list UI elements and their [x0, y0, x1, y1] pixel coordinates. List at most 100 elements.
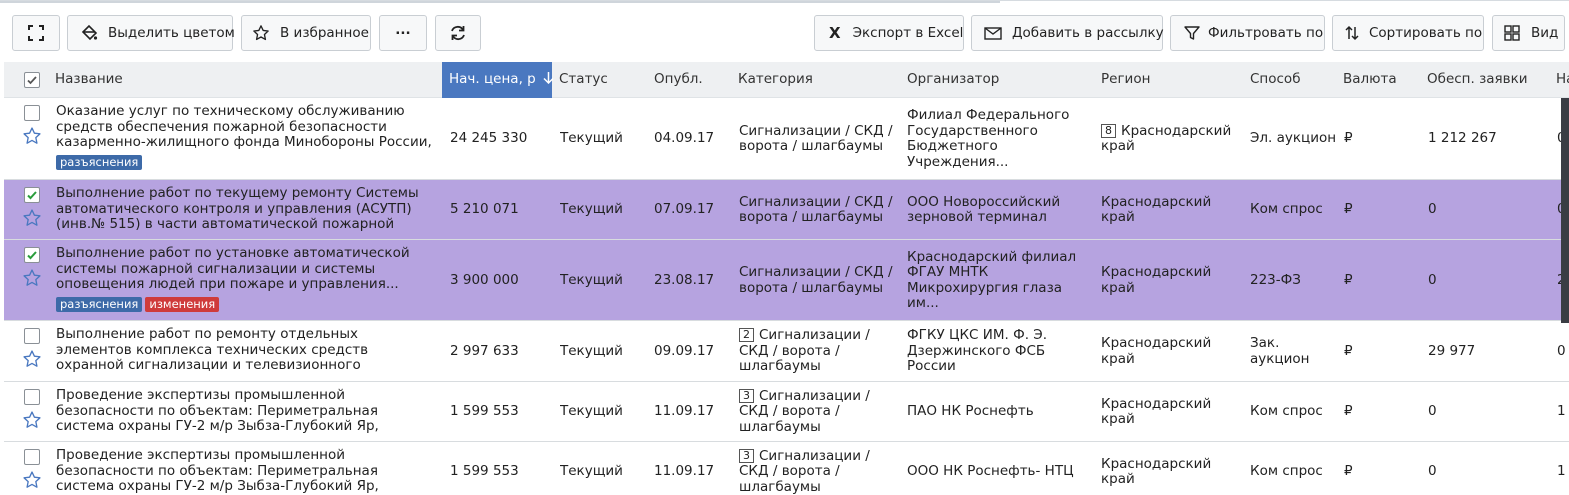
add-to-mailing-button[interactable]: Добавить в рассылку — [971, 15, 1164, 51]
price-cell: 3 900 000 — [450, 240, 554, 321]
select-all-checkbox[interactable] — [24, 72, 40, 88]
next-cell: 0 — [1557, 321, 1567, 382]
row-checkbox[interactable] — [24, 328, 40, 344]
region-text-block: Краснодарский край — [1101, 396, 1239, 428]
region-text-block: Краснодарский край — [1101, 456, 1239, 488]
security-cell-text: 0 — [1428, 271, 1437, 288]
favorite-star-icon[interactable] — [22, 349, 42, 369]
published-date-cell: 09.09.17 — [654, 321, 734, 382]
status-cell-text: Текущий — [560, 271, 623, 288]
price-cell-text: 24 245 330 — [450, 130, 528, 147]
security-cell-text: 0 — [1428, 403, 1437, 420]
vertical-scrollbar[interactable] — [1561, 98, 1569, 323]
next-cell: 1 — [1557, 382, 1567, 442]
currency-cell: ₽ — [1344, 442, 1414, 495]
published-date-cell-text: 11.09.17 — [654, 463, 715, 480]
view-button[interactable]: Вид — [1492, 15, 1565, 51]
region-text-block: Краснодарский край — [1101, 335, 1239, 367]
table-row[interactable]: Выполнение работ по ремонту отдельных эл… — [4, 321, 1569, 382]
column-header-organizer[interactable]: Организатор — [907, 62, 999, 98]
organizer-cell[interactable]: ООО НК Роснефть- НТЦ — [907, 442, 1093, 495]
price-cell-text: 3 900 000 — [450, 271, 519, 288]
row-checkbox[interactable] — [24, 105, 40, 121]
published-date-cell: 07.09.17 — [654, 180, 734, 240]
security-cell: 0 — [1428, 180, 1548, 240]
add-to-favorites-button[interactable]: В избранное — [241, 15, 371, 51]
region-text: Краснодарский край — [1101, 193, 1212, 225]
currency-cell: ₽ — [1344, 382, 1414, 442]
published-date-cell-text: 11.09.17 — [654, 403, 715, 420]
method-cell-text: Ком спрос — [1250, 463, 1323, 480]
price-cell-text: 1 599 553 — [450, 403, 519, 420]
column-header-name[interactable]: Название — [55, 62, 123, 98]
column-header-security[interactable]: Обесп. заявки — [1427, 62, 1528, 98]
category-text: Сигнализации / СКД / ворота / шлагбаумы — [739, 327, 870, 375]
column-header-published[interactable]: Опубл. — [654, 62, 703, 98]
organizer-cell[interactable]: ПАО НК Роснефть — [907, 382, 1093, 442]
favorite-star-icon[interactable] — [22, 470, 42, 490]
published-date-cell-text: 07.09.17 — [654, 201, 715, 218]
category-count-badge[interactable]: 2 — [739, 328, 754, 343]
next-cell-text: 1 — [1557, 463, 1566, 480]
published-date-cell-text: 09.09.17 — [654, 342, 715, 359]
category-cell: 2 Сигнализации / СКД / ворота / шлагбаумы — [739, 321, 899, 382]
tender-name-link[interactable]: Выполнение работ по текущему ремонту Сис… — [56, 186, 436, 233]
tender-name-link[interactable]: Оказание услуг по техническому обслужива… — [56, 104, 436, 151]
fullscreen-button[interactable] — [12, 15, 60, 51]
table-row[interactable]: Оказание услуг по техническому обслужива… — [4, 98, 1569, 180]
row-checkbox[interactable] — [24, 449, 40, 465]
row-checkbox[interactable] — [24, 247, 40, 263]
region-count-badge[interactable]: 8 — [1101, 123, 1116, 138]
row-checkbox[interactable] — [24, 187, 40, 203]
column-header-next[interactable]: На — [1556, 62, 1569, 98]
filter-by-button[interactable]: Фильтровать по — [1170, 15, 1325, 51]
tender-name-link[interactable]: Выполнение работ по ремонту отдельных эл… — [56, 327, 436, 374]
badge-clarifications[interactable]: разъяснения — [56, 297, 143, 312]
category-text: Сигнализации / СКД / ворота / шлагбаумы — [739, 447, 870, 495]
column-header-currency[interactable]: Валюта — [1343, 62, 1397, 98]
region-text: Краснодарский край — [1101, 264, 1212, 296]
export-excel-button[interactable]: X Экспорт в Excel — [814, 15, 964, 51]
favorite-star-icon[interactable] — [22, 208, 42, 228]
organizer-cell[interactable]: ООО Новороссийский зерновой терминал — [907, 180, 1093, 240]
organizer-cell[interactable]: Краснодарский филиал ФГАУ МНТК Микрохиру… — [907, 240, 1093, 321]
sort-by-button[interactable]: Сортировать по — [1332, 15, 1484, 51]
badge-clarifications[interactable]: разъяснения — [56, 155, 143, 170]
column-header-status[interactable]: Статус — [559, 62, 608, 98]
tender-name-link[interactable]: Проведение экспертизы промышленной безоп… — [56, 448, 436, 495]
currency-cell: ₽ — [1344, 240, 1414, 321]
column-header-region[interactable]: Регион — [1101, 62, 1150, 98]
table-row[interactable]: Выполнение работ по установке автоматиче… — [4, 240, 1569, 321]
security-cell: 0 — [1428, 240, 1548, 321]
security-cell-text: 1 212 267 — [1428, 130, 1497, 147]
price-cell: 24 245 330 — [450, 98, 554, 180]
category-count-badge[interactable]: 3 — [739, 388, 754, 403]
security-cell-text: 0 — [1428, 201, 1437, 218]
organizer-cell[interactable]: Филиал Федерального Государственного Бюд… — [907, 98, 1093, 180]
refresh-button[interactable] — [435, 15, 481, 51]
tender-name-link[interactable]: Проведение экспертизы промышленной безоп… — [56, 388, 436, 435]
favorite-star-icon[interactable] — [22, 126, 42, 146]
status-cell: Текущий — [560, 442, 652, 495]
category-count-badge[interactable]: 3 — [739, 448, 754, 463]
published-date-cell-text: 23.08.17 — [654, 271, 715, 288]
tender-name-link[interactable]: Выполнение работ по установке автоматиче… — [56, 246, 436, 293]
column-header-price[interactable]: Нач. цена, р — [442, 62, 554, 98]
table-row[interactable]: Проведение экспертизы промышленной безоп… — [4, 382, 1569, 442]
table-row[interactable]: Проведение экспертизы промышленной безоп… — [4, 442, 1569, 495]
more-actions-button[interactable]: ... — [379, 15, 427, 51]
status-cell-text: Текущий — [560, 130, 623, 147]
row-checkbox[interactable] — [24, 389, 40, 405]
table-row[interactable]: Выполнение работ по текущему ремонту Сис… — [4, 180, 1569, 240]
column-header-method[interactable]: Способ — [1250, 62, 1301, 98]
favorite-star-icon[interactable] — [22, 410, 42, 430]
add-to-favorites-label: В избранное — [280, 25, 369, 41]
highlight-color-button[interactable]: Выделить цветом — [67, 15, 235, 51]
region-text-block: 8 Краснодарский край — [1101, 123, 1239, 155]
column-header-category[interactable]: Категория — [738, 62, 813, 98]
badge-changes[interactable]: изменения — [145, 297, 220, 312]
status-cell: Текущий — [560, 240, 652, 321]
organizer-cell[interactable]: ФГКУ ЦКС ИМ. Ф. Э. Дзержинского ФСБ Росс… — [907, 321, 1093, 382]
category-cell: 3 Сигнализации / СКД / ворота / шлагбаумы — [739, 442, 899, 495]
favorite-star-icon[interactable] — [22, 268, 42, 288]
